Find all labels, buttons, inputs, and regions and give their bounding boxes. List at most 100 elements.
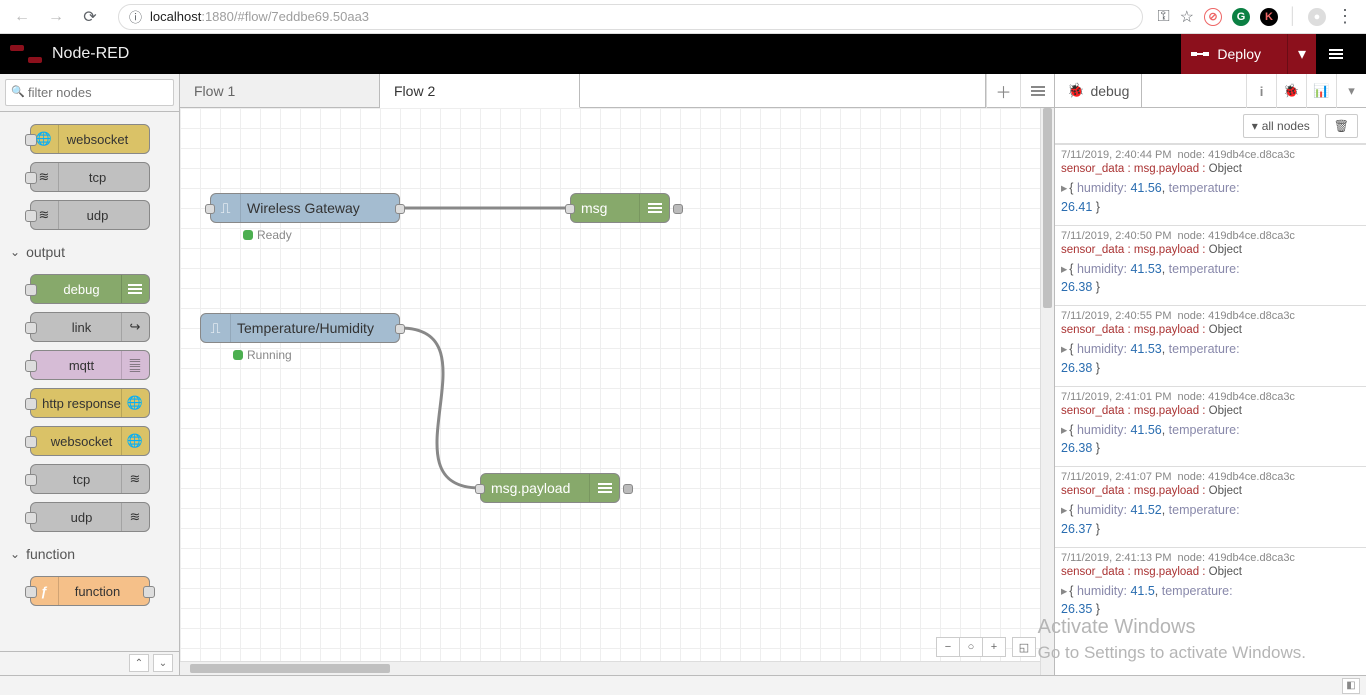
sidebar-tab-info[interactable]: i xyxy=(1246,74,1276,108)
extension-icon-2[interactable]: G xyxy=(1232,8,1250,26)
debug-source: sensor_data : msg.payload : Object xyxy=(1061,485,1360,497)
sidebar: 🐞 debug i 🐞 📊 ▾ ▾ all nodes 🗑 7/11/2019,… xyxy=(1054,74,1366,675)
palette-node-udp-in[interactable]: ≋udp xyxy=(30,200,150,230)
site-info-icon[interactable]: ⓘ xyxy=(129,7,142,26)
palette-node-websocket-out[interactable]: websocket🌐 xyxy=(30,426,150,456)
palette-node-function[interactable]: ƒfunction xyxy=(30,576,150,606)
browser-menu-icon[interactable]: ⋮ xyxy=(1336,6,1354,27)
zoom-in-button[interactable]: + xyxy=(982,637,1006,657)
debug-source: sensor_data : msg.payload : Object xyxy=(1061,405,1360,417)
key-icon[interactable]: ⚿ xyxy=(1157,8,1169,26)
navigator-button[interactable]: ◱ xyxy=(1012,637,1036,657)
port-out[interactable] xyxy=(395,324,405,334)
zoom-reset-button[interactable]: ○ xyxy=(959,637,983,657)
palette-expand-button[interactable]: ⌄ xyxy=(153,654,173,672)
palette-category-output[interactable]: output xyxy=(10,238,169,266)
debug-meta: 7/11/2019, 2:41:13 PMnode: 419db4ce.d8ca… xyxy=(1061,552,1360,564)
app-footer: ◧ xyxy=(0,675,1366,695)
list-tabs-button[interactable] xyxy=(1020,74,1054,108)
filter-input[interactable] xyxy=(5,79,174,106)
palette-node-udp-out[interactable]: udp≋ xyxy=(30,502,150,532)
palette-body[interactable]: 🌐websocket ≋tcp ≋udp output debug link↪ … xyxy=(0,112,179,651)
forward-button[interactable]: → xyxy=(42,3,70,31)
serial-icon: ⎍ xyxy=(201,314,231,342)
menu-icon xyxy=(1329,53,1343,55)
palette-node-http-response[interactable]: http response🌐 xyxy=(30,388,150,418)
debug-message[interactable]: 7/11/2019, 2:41:07 PMnode: 419db4ce.d8ca… xyxy=(1055,466,1366,547)
footer-toggle-button[interactable]: ◧ xyxy=(1342,678,1360,694)
reload-button[interactable]: ⟳ xyxy=(76,3,104,31)
node-wireless-gateway[interactable]: ⎍ Wireless Gateway Ready xyxy=(210,193,400,223)
port-in[interactable] xyxy=(205,204,215,214)
link-icon: ↪ xyxy=(121,313,149,341)
globe-icon: 🌐 xyxy=(31,125,59,153)
debug-source: sensor_data : msg.payload : Object xyxy=(1061,324,1360,336)
debug-payload: ▸{ humidity: 41.53, temperature: 26.38 } xyxy=(1061,260,1360,298)
back-button[interactable]: ← xyxy=(8,3,36,31)
palette-collapse-button[interactable]: ⌃ xyxy=(129,654,149,672)
bridge-icon: ≋ xyxy=(121,503,149,531)
sidebar-tab-chart[interactable]: 📊 xyxy=(1306,74,1336,108)
debug-message[interactable]: 7/11/2019, 2:40:55 PMnode: 419db4ce.d8ca… xyxy=(1055,305,1366,386)
main-menu-button[interactable] xyxy=(1316,34,1356,74)
debug-meta: 7/11/2019, 2:41:07 PMnode: 419db4ce.d8ca… xyxy=(1061,471,1360,483)
address-bar[interactable]: ⓘ localhost:1880/#flow/7eddbe69.50aa3 xyxy=(118,4,1143,30)
node-temperature-humidity[interactable]: ⎍ Temperature/Humidity Running xyxy=(200,313,400,343)
port-out[interactable] xyxy=(395,204,405,214)
canvas-zoom-controls: − ○ + ◱ xyxy=(937,637,1036,657)
palette-category-function[interactable]: function xyxy=(10,540,169,568)
canvas-wrap: Flow 1 Flow 2 ＋ ⎍ Wireless Gateway Ready xyxy=(180,74,1054,675)
palette-footer: ⌃ ⌄ xyxy=(0,651,179,675)
debug-payload: ▸{ humidity: 41.56, temperature: 26.41 } xyxy=(1061,179,1360,217)
url-path: :1880/#flow/7eddbe69.50aa3 xyxy=(201,9,369,24)
list-icon xyxy=(1031,90,1045,92)
node-msg-debug[interactable]: msg xyxy=(570,193,670,223)
debug-source: sensor_data : msg.payload : Object xyxy=(1061,566,1360,578)
status-dot xyxy=(233,350,243,360)
wireless-icon: 𝄛 xyxy=(121,351,149,379)
flow-canvas[interactable]: ⎍ Wireless Gateway Ready msg ⎍ Temperatu… xyxy=(180,108,1054,675)
node-msg-payload-debug[interactable]: msg.payload xyxy=(480,473,620,503)
debug-messages[interactable]: 7/11/2019, 2:40:44 PMnode: 419db4ce.d8ca… xyxy=(1055,144,1366,675)
sidebar-tabs: 🐞 debug i 🐞 📊 ▾ xyxy=(1055,74,1366,108)
debug-clear-button[interactable]: 🗑 xyxy=(1325,114,1358,138)
debug-message[interactable]: 7/11/2019, 2:40:50 PMnode: 419db4ce.d8ca… xyxy=(1055,225,1366,306)
logo-icon xyxy=(10,45,42,63)
profile-avatar-icon[interactable]: ● xyxy=(1308,8,1326,26)
extension-icon-1[interactable]: ⊘ xyxy=(1204,8,1222,26)
sidebar-tab-debug[interactable]: 🐞 debug xyxy=(1055,74,1142,107)
extension-icon-3[interactable]: K xyxy=(1260,8,1278,26)
deploy-button[interactable]: Deploy xyxy=(1181,34,1288,74)
port-in[interactable] xyxy=(565,204,575,214)
palette-node-debug[interactable]: debug xyxy=(30,274,150,304)
status-text: Running xyxy=(247,348,292,362)
debug-message[interactable]: 7/11/2019, 2:40:44 PMnode: 419db4ce.d8ca… xyxy=(1055,144,1366,225)
debug-meta: 7/11/2019, 2:40:50 PMnode: 419db4ce.d8ca… xyxy=(1061,230,1360,242)
list-icon xyxy=(589,474,619,502)
zoom-out-button[interactable]: − xyxy=(936,637,960,657)
debug-message[interactable]: 7/11/2019, 2:41:01 PMnode: 419db4ce.d8ca… xyxy=(1055,386,1366,467)
palette-node-tcp-in[interactable]: ≋tcp xyxy=(30,162,150,192)
sidebar-tab-debug-icon[interactable]: 🐞 xyxy=(1276,74,1306,108)
palette-node-link[interactable]: link↪ xyxy=(30,312,150,342)
debug-message[interactable]: 7/11/2019, 2:41:13 PMnode: 419db4ce.d8ca… xyxy=(1055,547,1366,628)
port-in[interactable] xyxy=(475,484,485,494)
palette-node-tcp-out[interactable]: tcp≋ xyxy=(30,464,150,494)
canvas-scrollbar-vertical[interactable] xyxy=(1040,108,1054,675)
deploy-menu-caret[interactable]: ▾ xyxy=(1288,34,1316,74)
palette-node-mqtt[interactable]: mqtt𝄛 xyxy=(30,350,150,380)
palette-node-websocket-in[interactable]: 🌐websocket xyxy=(30,124,150,154)
debug-meta: 7/11/2019, 2:41:01 PMnode: 419db4ce.d8ca… xyxy=(1061,391,1360,403)
tab-flow-1[interactable]: Flow 1 xyxy=(180,74,380,107)
add-tab-button[interactable]: ＋ xyxy=(986,74,1020,108)
tab-flow-2[interactable]: Flow 2 xyxy=(380,74,580,108)
function-icon: ƒ xyxy=(31,577,59,605)
debug-payload: ▸{ humidity: 41.56, temperature: 26.38 } xyxy=(1061,421,1360,459)
debug-filter-button[interactable]: ▾ all nodes xyxy=(1243,114,1319,138)
sidebar-tab-menu[interactable]: ▾ xyxy=(1336,74,1366,108)
node-toggle[interactable] xyxy=(673,204,683,214)
star-icon[interactable]: ☆ xyxy=(1180,7,1194,27)
node-toggle[interactable] xyxy=(623,484,633,494)
flow-tabs: Flow 1 Flow 2 ＋ xyxy=(180,74,1054,108)
canvas-scrollbar-horizontal[interactable] xyxy=(180,661,1040,675)
